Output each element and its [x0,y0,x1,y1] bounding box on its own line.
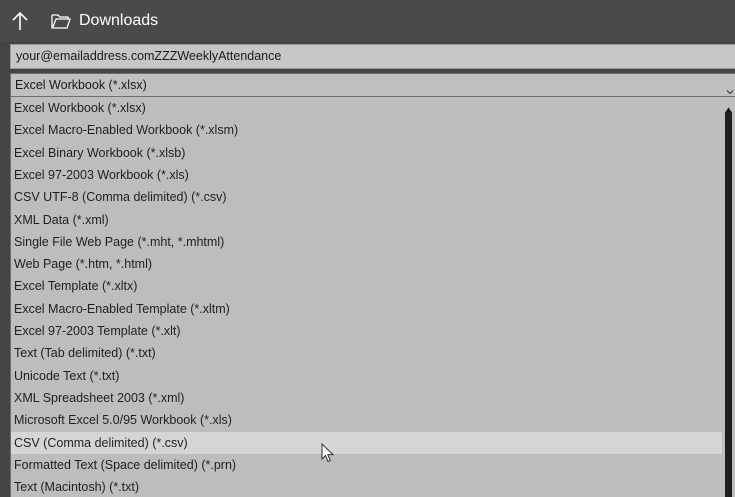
file-type-option[interactable]: Formatted Text (Space delimited) (*.prn) [11,454,722,476]
file-type-option[interactable]: Excel Workbook (*.xlsx) [11,97,722,119]
chevron-down-icon[interactable] [726,81,734,95]
file-type-option[interactable]: Text (Tab delimited) (*.txt) [11,342,722,364]
file-type-option[interactable]: XML Data (*.xml) [11,209,722,231]
file-type-option[interactable]: Excel Binary Workbook (*.xlsb) [11,142,722,164]
file-type-option[interactable]: Unicode Text (*.txt) [11,365,722,387]
file-type-option[interactable]: Web Page (*.htm, *.html) [11,253,722,275]
dropdown-scrollbar[interactable] [722,97,735,497]
location-bar: Downloads [0,0,735,42]
file-type-option[interactable]: Excel Template (*.xltx) [11,275,722,297]
filename-input[interactable]: your@emailaddress.comZZZWeeklyAttendance [10,44,735,69]
file-type-option[interactable]: CSV UTF-8 (Comma delimited) (*.csv) [11,186,722,208]
mouse-pointer-icon [321,442,335,463]
file-type-dropdown-list: Excel Workbook (*.xlsx) Excel Macro-Enab… [10,97,735,497]
folder-icon [51,13,71,29]
file-type-option[interactable]: Excel 97-2003 Template (*.xlt) [11,320,722,342]
file-type-option[interactable]: XML Spreadsheet 2003 (*.xml) [11,387,722,409]
scroll-up-arrow-icon[interactable] [724,101,733,114]
file-type-option[interactable]: Single File Web Page (*.mht, *.mhtml) [11,231,722,253]
file-type-option[interactable]: Excel Macro-Enabled Workbook (*.xlsm) [11,119,722,141]
file-type-option[interactable]: Microsoft Excel 5.0/95 Workbook (*.xls) [11,409,722,431]
current-folder-label[interactable]: Downloads [79,10,158,32]
file-type-option[interactable]: Excel 97-2003 Workbook (*.xls) [11,164,722,186]
up-arrow-icon[interactable] [9,10,31,32]
file-type-option[interactable]: Excel Macro-Enabled Template (*.xltm) [11,298,722,320]
scrollbar-thumb[interactable] [725,112,732,497]
file-type-select[interactable]: Excel Workbook (*.xlsx) [10,73,735,97]
file-type-selected-label: Excel Workbook (*.xlsx) [15,78,147,92]
file-type-option-hovered[interactable]: CSV (Comma delimited) (*.csv) [11,431,722,454]
file-type-option[interactable]: Text (Macintosh) (*.txt) [11,476,722,497]
